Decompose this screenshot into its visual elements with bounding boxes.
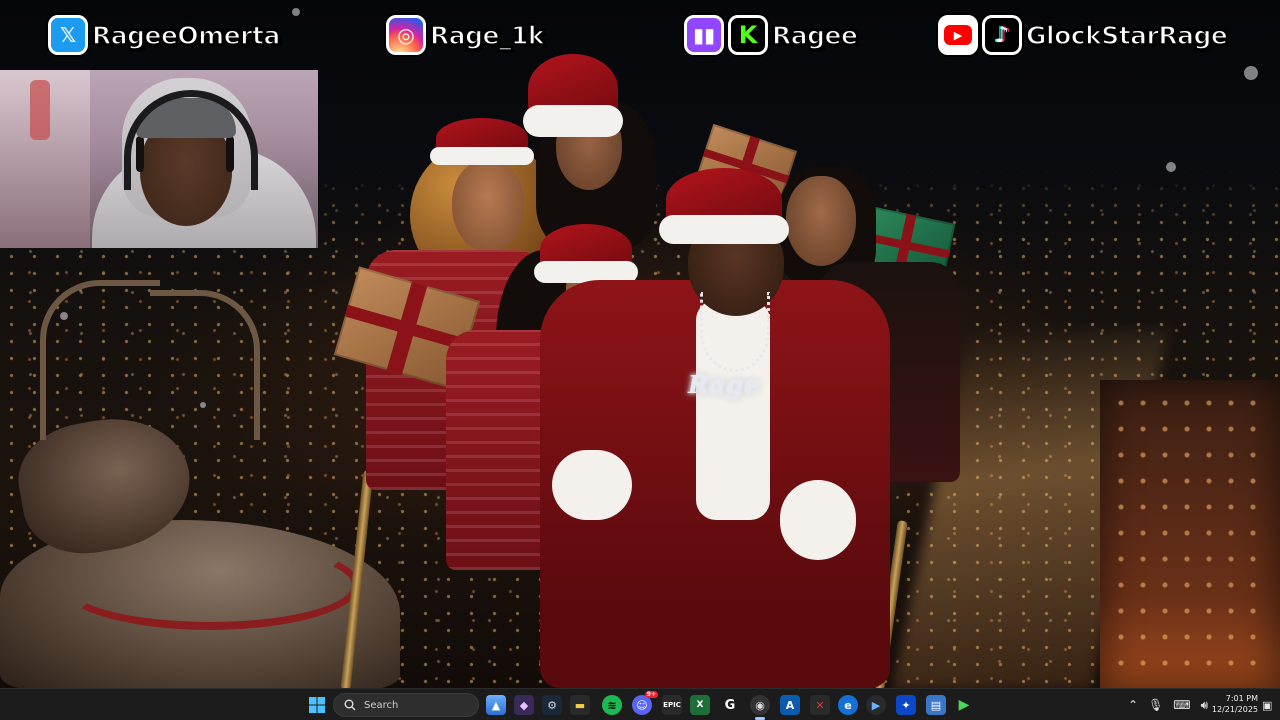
instagram-handle: Rage_1k	[429, 20, 545, 51]
edge-app-icon[interactable]: e	[838, 695, 858, 715]
twitter-x-icon: 𝕏	[48, 15, 88, 55]
steam-app-icon[interactable]: ⚙	[542, 695, 562, 715]
tray-overflow-icon[interactable]: ⌃	[1128, 698, 1138, 712]
windows-taskbar: Search ▲ ◆ ⚙ ▬ ≋ ☺ 9+ EPIC X G ◉ A ✕ e ▶ …	[0, 688, 1280, 720]
clock-date: 12/21/2025	[1211, 705, 1258, 714]
search-icon	[344, 699, 356, 711]
reindeer-harness	[60, 540, 360, 630]
arc-app-icon[interactable]: A	[780, 695, 800, 715]
system-tray: ⌃ 🎙︎ ⌨ 🔊︎	[1128, 689, 1208, 720]
discord-app-icon[interactable]: ☺ 9+	[632, 691, 658, 715]
notepad-app-icon[interactable]: ▤	[926, 695, 946, 715]
snowflake	[1244, 66, 1258, 80]
clock-time: 7:01 PM	[1225, 694, 1258, 703]
capcut-app-icon[interactable]: ✕	[810, 695, 830, 715]
webcam-feed	[0, 70, 318, 248]
playstation-app-icon[interactable]: ✦	[896, 695, 916, 715]
search-label: Search	[364, 699, 399, 711]
kick-app-icon[interactable]: G	[720, 695, 740, 715]
media-player-icon[interactable]: ▶	[866, 695, 886, 715]
tiktok-icon: ♪	[982, 15, 1022, 55]
instagram-icon: ◎	[386, 15, 426, 55]
windows-logo-icon	[309, 697, 325, 713]
epic-games-icon[interactable]: EPIC	[662, 695, 682, 715]
social-twitch-kick: ▮▮ K Ragee	[684, 14, 859, 56]
reindeer-antler	[40, 280, 160, 440]
snowflake	[1166, 162, 1176, 172]
photos-app-icon[interactable]: ▲	[486, 695, 506, 715]
twitch-kick-handle: Ragee	[771, 20, 858, 51]
reindeer-antler	[150, 290, 260, 440]
twitch-icon: ▮▮	[684, 15, 724, 55]
kick-icon: K	[728, 15, 768, 55]
excel-app-icon[interactable]: X	[690, 695, 710, 715]
social-youtube-tiktok: ▶ ♪ GlockStarRage	[938, 14, 1229, 56]
file-explorer-icon[interactable]: ▬	[570, 695, 590, 715]
taskbar-search[interactable]: Search	[333, 693, 479, 717]
chrome-app-icon[interactable]: ◉	[750, 695, 770, 715]
twitter-handle: RageeOmerta	[91, 20, 281, 51]
youtube-tiktok-handle: GlockStarRage	[1025, 20, 1228, 51]
play-app-icon[interactable]: ▶	[954, 695, 974, 715]
microphone-icon[interactable]: 🎙︎	[1148, 698, 1163, 712]
social-instagram: ◎ Rage_1k	[386, 14, 545, 56]
webcam-lamp	[30, 80, 50, 140]
lit-building	[1100, 380, 1280, 688]
obs-app-icon[interactable]: ◆	[514, 695, 534, 715]
snowflake	[292, 8, 300, 16]
youtube-icon: ▶	[938, 15, 978, 55]
start-button[interactable]	[307, 695, 327, 715]
notification-icon[interactable]: ▣	[1262, 689, 1272, 720]
social-twitter: 𝕏 RageeOmerta	[48, 14, 281, 56]
taskbar-clock[interactable]: 7:01 PM 12/21/2025	[1204, 693, 1258, 715]
rage-pendant-text: Rage	[688, 370, 761, 399]
network-icon[interactable]: ⌨	[1173, 698, 1190, 712]
spotify-app-icon[interactable]: ≋	[602, 695, 622, 715]
discord-badge: 9+	[644, 691, 658, 698]
